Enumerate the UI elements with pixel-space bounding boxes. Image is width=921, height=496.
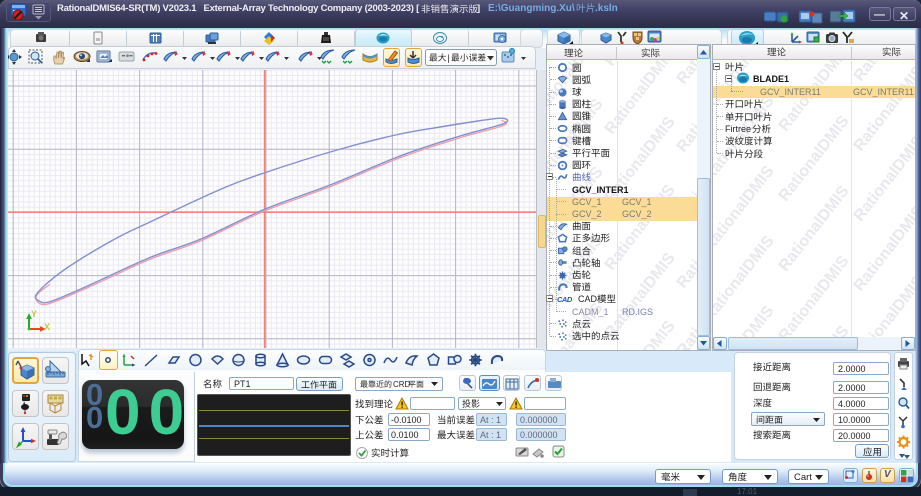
svg-text:X: X [44, 322, 50, 332]
svg-text:Y: Y [31, 309, 37, 319]
